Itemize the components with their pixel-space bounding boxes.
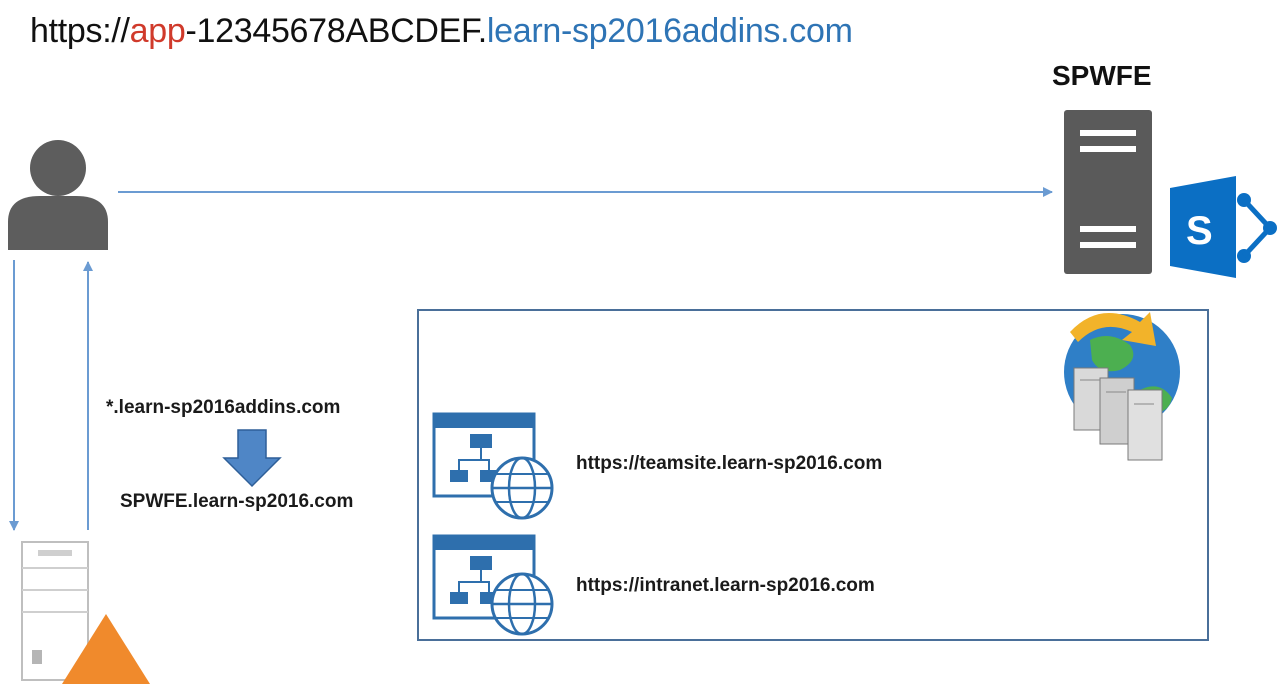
user-icon — [8, 140, 108, 250]
svg-text:S: S — [1186, 209, 1213, 253]
site-url-intranet[interactable]: https://intranet.learn-sp2016.com — [576, 574, 875, 598]
server-label: SPWFE — [1052, 60, 1152, 91]
web-server-globe-icon — [1064, 312, 1180, 461]
dns-wildcard-label: *.learn-sp2016addins.com — [106, 397, 341, 418]
dns-target-label: SPWFE.learn-sp2016.com — [120, 491, 354, 512]
website-globe-icon — [432, 534, 554, 636]
dns-server-warning-icon — [21, 541, 150, 684]
sharepoint-icon: S — [1170, 176, 1277, 278]
web-server-tower-icon — [1064, 110, 1152, 274]
website-globe-icon — [432, 412, 554, 520]
down-arrow-icon — [222, 429, 282, 488]
site-url-teamsite[interactable]: https://teamsite.learn-sp2016.com — [576, 452, 882, 476]
